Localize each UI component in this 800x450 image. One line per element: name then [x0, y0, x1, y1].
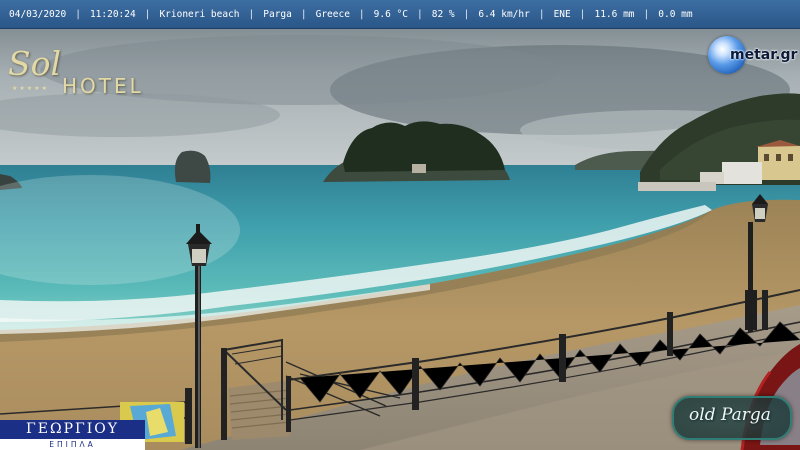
humidity-text: 82 % — [431, 8, 455, 20]
rain-rate-text: 11.6 mm — [594, 8, 635, 20]
temperature-text: 9.6 °C — [373, 8, 408, 20]
separator: | — [144, 8, 151, 20]
separator: | — [248, 8, 255, 20]
old-parga-logo: old Parga — [668, 388, 792, 444]
georgiou-logo: ΓΕΩΡΓΙΟΥ ΕΠΙΠΛΑ — [0, 420, 145, 450]
metar-logo[interactable]: metar.gr — [706, 33, 798, 79]
wind-speed-text: 6.4 km/hr — [478, 8, 530, 20]
georgiou-logo-title: ΓΕΩΡΓΙΟΥ — [0, 420, 145, 439]
sol-hotel-logo-sol: Sol — [8, 44, 62, 83]
pier — [638, 182, 716, 191]
sol-hotel-logo-hotel: HOTEL — [62, 74, 144, 98]
separator: | — [300, 8, 307, 20]
metar-logo-text: metar.gr — [730, 47, 798, 63]
country-text: Greece — [315, 8, 350, 20]
stars-icon: ★★★★★ — [12, 85, 49, 92]
separator: | — [643, 8, 650, 20]
separator: | — [579, 8, 586, 20]
building-white — [722, 162, 762, 184]
date-text: 04/03/2020 — [9, 8, 67, 20]
separator: | — [463, 8, 470, 20]
wind-direction-text: ENE — [553, 8, 571, 20]
time-text: 11:20:24 — [89, 8, 136, 20]
location-text: Krioneri beach — [159, 8, 240, 20]
separator: | — [416, 8, 423, 20]
town-text: Parga — [263, 8, 292, 20]
building-yellow — [758, 146, 800, 180]
georgiou-logo-subtitle: ΕΠΙΠΛΑ — [49, 440, 96, 449]
separator: | — [75, 8, 81, 20]
old-parga-logo-text: old Parga — [689, 405, 771, 425]
weather-overlay-bar: 04/03/2020 | 11:20:24 | Krioneri beach |… — [0, 0, 800, 29]
sol-hotel-logo: Sol ★★★★★ HOTEL — [6, 38, 141, 100]
rain-total-text: 0.0 mm — [658, 8, 693, 20]
separator: | — [538, 8, 545, 20]
separator: | — [358, 8, 365, 20]
stairs — [228, 380, 290, 440]
